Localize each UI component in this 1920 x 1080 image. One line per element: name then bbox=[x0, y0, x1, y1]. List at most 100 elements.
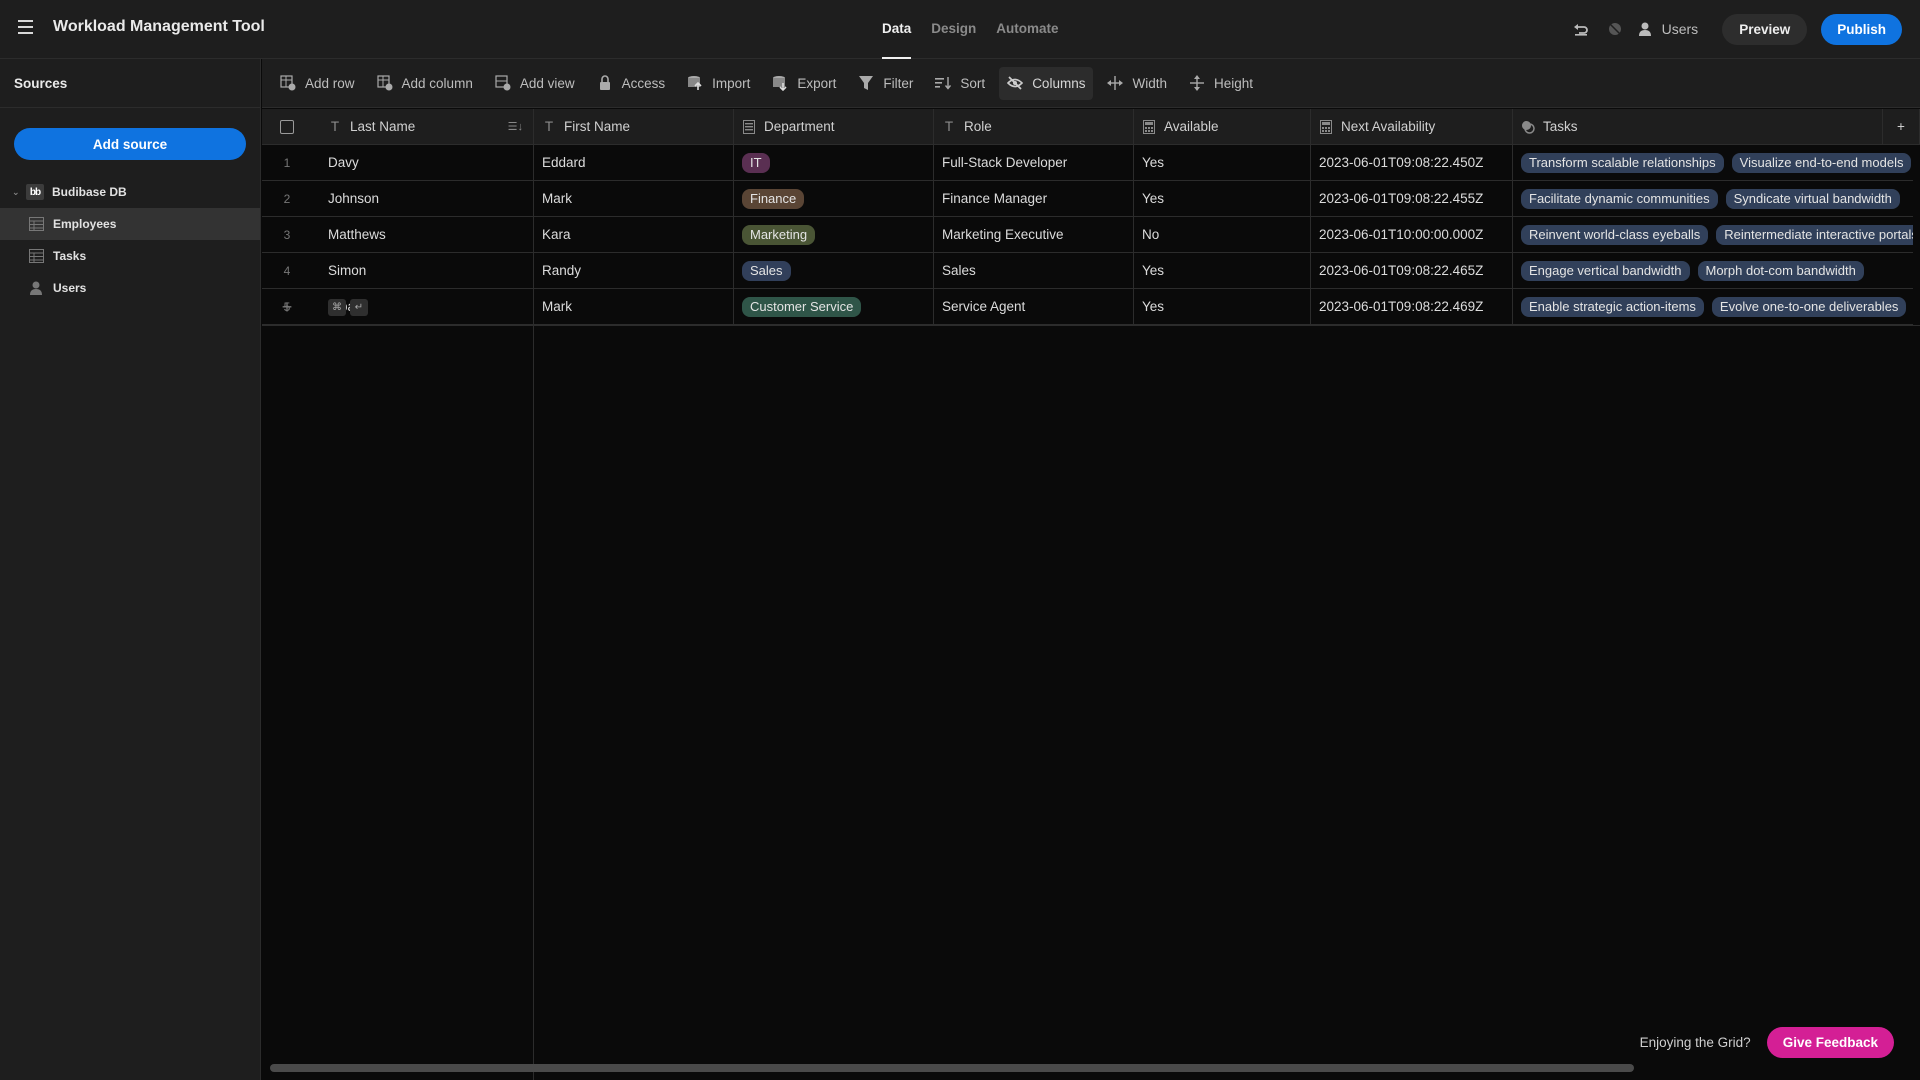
tab-data[interactable]: Data bbox=[872, 0, 921, 59]
import-button[interactable]: Import bbox=[679, 67, 758, 100]
add-column-icon bbox=[376, 75, 393, 91]
budibase-logo-icon: bb bbox=[26, 184, 44, 200]
cell-role[interactable]: Marketing Executive bbox=[934, 217, 1134, 252]
cell-first-name[interactable]: Randy bbox=[534, 253, 734, 288]
table-row[interactable]: 2 Johnson Mark Finance Finance Manager Yes 202… bbox=[262, 181, 1913, 217]
publish-button[interactable]: Publish bbox=[1821, 13, 1902, 45]
column-header-first-name[interactable]: T First Name bbox=[534, 109, 734, 144]
cell-next-availability[interactable]: 2023-06-01T09:08:22.465Z bbox=[1311, 253, 1513, 288]
users-label: Users bbox=[1661, 21, 1699, 37]
sidebar-item-users[interactable]: Users bbox=[0, 272, 260, 304]
table-row[interactable]: 4 Simon Randy Sales Sales Yes 2023-06-01T09:08… bbox=[262, 253, 1913, 289]
hamburger-icon[interactable] bbox=[18, 20, 34, 34]
cell-last-name[interactable]: Johnson bbox=[312, 181, 534, 216]
tab-automate[interactable]: Automate bbox=[986, 0, 1068, 59]
cell-last-name[interactable]: Simon bbox=[312, 253, 534, 288]
give-feedback-button[interactable]: Give Feedback bbox=[1766, 1027, 1894, 1058]
cell-department[interactable]: IT bbox=[734, 145, 934, 180]
feedback-area: Enjoying the Grid? Give Feedback bbox=[1640, 1027, 1894, 1058]
cell-available[interactable]: Yes bbox=[1134, 145, 1311, 180]
row-number: 1 bbox=[283, 155, 291, 170]
task-pill[interactable]: Engage vertical bandwidth bbox=[1521, 260, 1690, 281]
export-button[interactable]: Export bbox=[764, 67, 844, 100]
cell-role[interactable]: Full-Stack Developer bbox=[934, 145, 1134, 180]
task-pill[interactable]: Visualize end-to-end models bbox=[1731, 152, 1912, 173]
export-icon bbox=[772, 75, 788, 91]
filter-button[interactable]: Filter bbox=[850, 67, 921, 100]
add-row-button[interactable]: Add row bbox=[272, 67, 363, 100]
column-header-last-name[interactable]: T Last Name ☰↓ bbox=[312, 109, 534, 144]
access-button[interactable]: Access bbox=[589, 67, 674, 100]
users-icon bbox=[1638, 22, 1651, 36]
sort-icon bbox=[935, 75, 952, 91]
tab-design[interactable]: Design bbox=[921, 0, 986, 59]
column-header-role[interactable]: T Role bbox=[934, 109, 1134, 144]
cell-last-name[interactable]: Matthews bbox=[312, 217, 534, 252]
cell-first-name[interactable]: Kara bbox=[534, 217, 734, 252]
datasource-budibase-db[interactable]: ⌄ bb Budibase DB bbox=[0, 176, 260, 208]
cell-tasks[interactable]: Engage vertical bandwidth Morph dot-com b… bbox=[1513, 253, 1913, 288]
table-row[interactable]: 1 Davy Eddard IT Full-Stack Developer Yes 2023… bbox=[262, 145, 1913, 181]
cell-tasks[interactable]: Reinvent world-class eyeballs Reintermedi… bbox=[1513, 217, 1913, 252]
chevron-down-icon[interactable]: ⌄ bbox=[12, 187, 22, 198]
cell-next-availability[interactable]: 2023-06-01T09:08:22.455Z bbox=[1311, 181, 1513, 216]
cell-next-availability[interactable]: 2023-06-01T09:08:22.450Z bbox=[1311, 145, 1513, 180]
filter-icon bbox=[858, 75, 874, 91]
cell-available[interactable]: Yes bbox=[1134, 253, 1311, 288]
task-pill[interactable]: Reintermediate interactive portals bbox=[1716, 224, 1913, 245]
cell-department[interactable]: Sales bbox=[734, 253, 934, 288]
sidebar-item-employees[interactable]: Employees bbox=[0, 208, 260, 240]
redo-disabled-icon[interactable] bbox=[1604, 18, 1626, 40]
cell-role[interactable]: Finance Manager bbox=[934, 181, 1134, 216]
task-pill[interactable]: Syndicate virtual bandwidth bbox=[1725, 188, 1900, 209]
column-label: Available bbox=[1164, 119, 1219, 134]
add-row-icon bbox=[280, 75, 296, 91]
task-pill[interactable]: Reinvent world-class eyeballs bbox=[1521, 224, 1709, 245]
task-pill[interactable]: Transform scalable relationships bbox=[1521, 152, 1724, 173]
columns-button[interactable]: Columns bbox=[999, 66, 1094, 100]
sort-button[interactable]: Sort bbox=[927, 67, 993, 100]
relationship-type-icon bbox=[1521, 120, 1535, 134]
cell-department[interactable]: Finance bbox=[734, 181, 934, 216]
add-column-button[interactable]: Add column bbox=[369, 67, 481, 100]
width-button[interactable]: Width bbox=[1099, 67, 1175, 100]
cell-last-name[interactable]: Davy bbox=[312, 145, 534, 180]
column-header-available[interactable]: Available bbox=[1134, 109, 1311, 144]
sidebar-item-label: Tasks bbox=[53, 249, 87, 263]
height-button[interactable]: Height bbox=[1181, 67, 1261, 100]
cell-first-name[interactable]: Eddard bbox=[534, 145, 734, 180]
add-column-plus-button[interactable]: + bbox=[1883, 109, 1920, 144]
cell-department[interactable]: Marketing bbox=[734, 217, 934, 252]
column-header-department[interactable]: Department bbox=[734, 109, 934, 144]
add-row-plus-icon[interactable]: + bbox=[262, 297, 312, 318]
column-header-next-availability[interactable]: Next Availability bbox=[1311, 109, 1513, 144]
cell-available[interactable]: Yes bbox=[1134, 181, 1311, 216]
cell-available[interactable]: No bbox=[1134, 217, 1311, 252]
task-pill[interactable]: Facilitate dynamic communities bbox=[1521, 188, 1718, 209]
cell-first-name[interactable]: Mark bbox=[534, 181, 734, 216]
cell-tasks[interactable]: Transform scalable relationships Visualiz… bbox=[1513, 145, 1913, 180]
tool-label: Height bbox=[1213, 75, 1254, 91]
cell-next-availability[interactable]: 2023-06-01T10:00:00.000Z bbox=[1311, 217, 1513, 252]
preview-button[interactable]: Preview bbox=[1722, 13, 1808, 45]
cell-tasks[interactable]: Facilitate dynamic communities Syndicate … bbox=[1513, 181, 1913, 216]
add-source-button[interactable]: Add source bbox=[14, 128, 246, 160]
sticky-column-divider bbox=[533, 109, 534, 1080]
task-pill[interactable]: Morph dot-com bandwidth bbox=[1697, 260, 1864, 281]
cell-role[interactable]: Sales bbox=[934, 253, 1134, 288]
select-all-cell bbox=[262, 109, 312, 144]
undo-icon[interactable] bbox=[1570, 18, 1592, 40]
table-row[interactable]: 3 Matthews Kara Marketing Marketing Executiv… bbox=[262, 217, 1913, 253]
add-view-button[interactable]: Add view bbox=[487, 67, 583, 100]
column-header-tasks[interactable]: Tasks bbox=[1513, 109, 1883, 144]
sidebar-item-tasks[interactable]: Tasks bbox=[0, 240, 260, 272]
department-pill: Marketing bbox=[742, 224, 816, 245]
table-icon bbox=[29, 248, 45, 264]
tool-label: Columns bbox=[1032, 75, 1086, 91]
select-all-checkbox[interactable] bbox=[280, 119, 294, 134]
column-label: Role bbox=[964, 119, 992, 134]
horizontal-scrollbar[interactable] bbox=[270, 1064, 1634, 1072]
column-label: Last Name bbox=[350, 119, 416, 134]
row-number: 3 bbox=[283, 227, 291, 242]
users-link[interactable]: Users bbox=[1638, 21, 1699, 37]
